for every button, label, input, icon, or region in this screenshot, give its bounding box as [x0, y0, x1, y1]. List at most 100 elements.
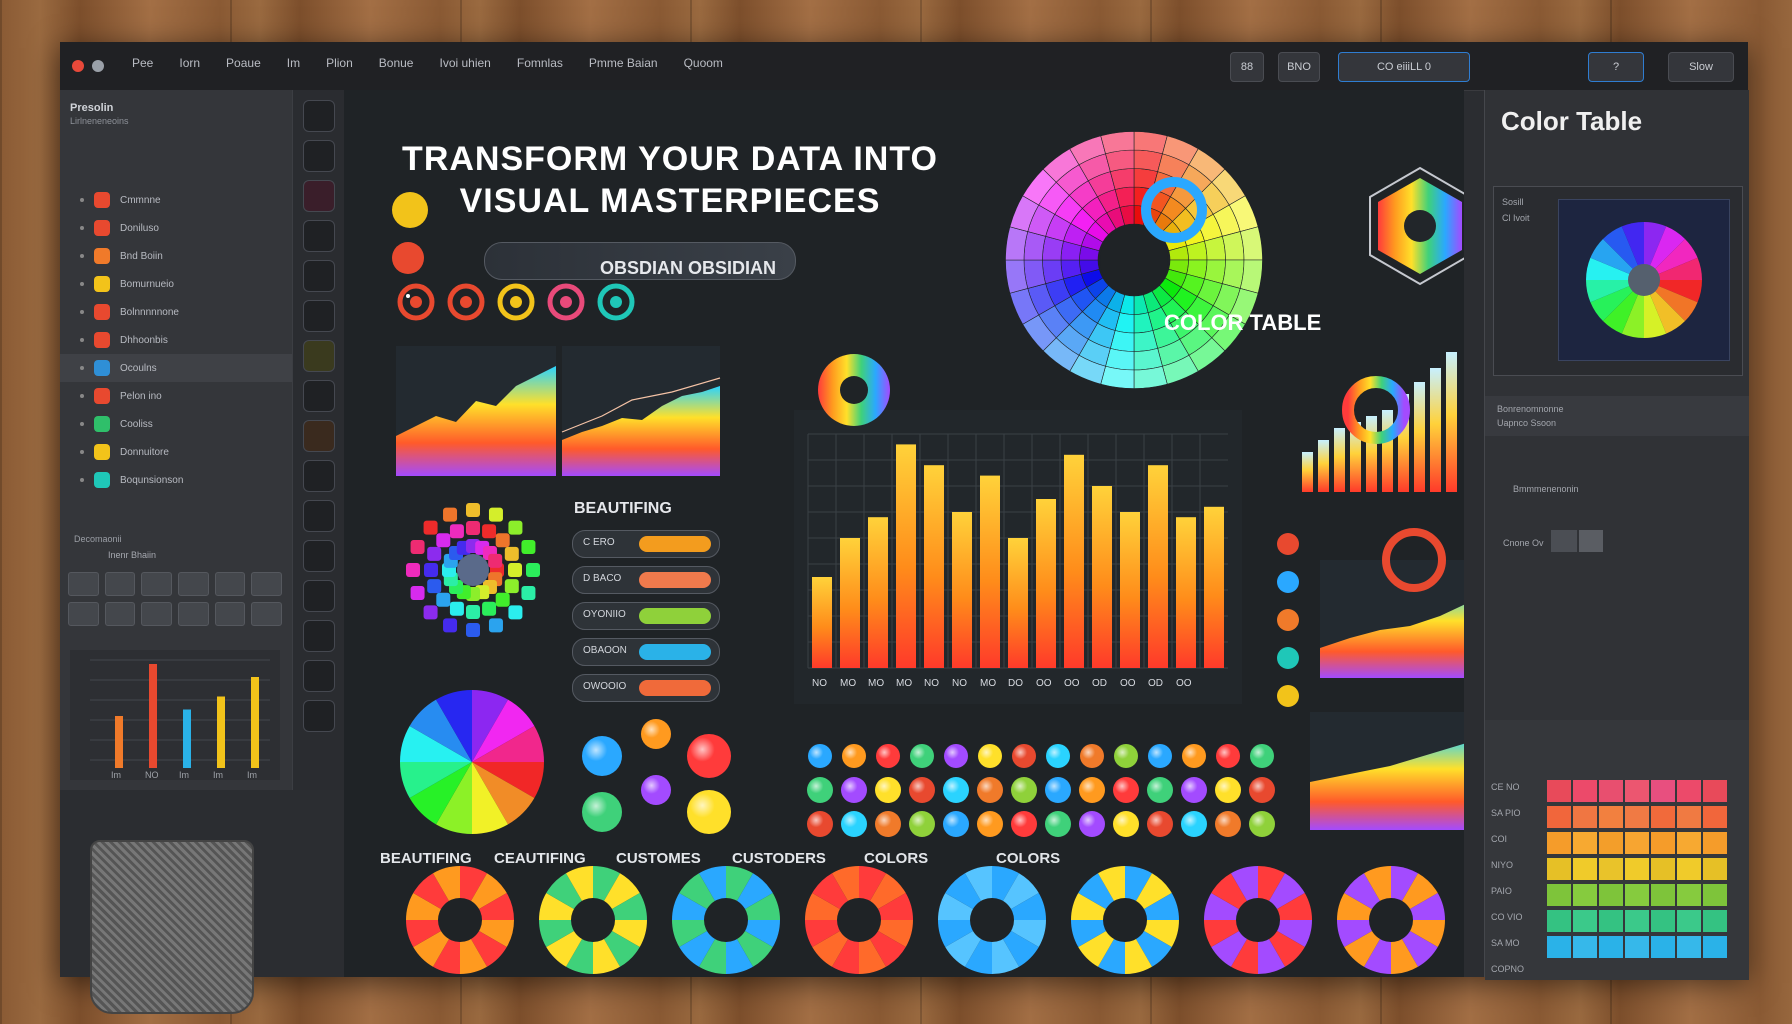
extra-tool-icon[interactable] [303, 700, 335, 732]
palette-cell[interactable] [1547, 858, 1571, 880]
palette-cell[interactable] [1677, 780, 1701, 802]
refresh-tool-icon[interactable] [303, 380, 335, 412]
sidebar-item[interactable]: Donnuitore [60, 438, 292, 466]
palette-cell[interactable] [1625, 858, 1649, 880]
grid-button[interactable] [214, 572, 246, 596]
minimize-window-dot[interactable] [92, 60, 104, 72]
palette-cell[interactable] [1651, 780, 1675, 802]
frame-tool-icon[interactable] [303, 220, 335, 252]
palette-cell[interactable] [1677, 858, 1701, 880]
toolbar-button[interactable]: BNO [1278, 52, 1320, 82]
palette-cell[interactable] [1703, 858, 1727, 880]
sidebar-item[interactable]: Ocoulns [60, 354, 292, 382]
palette-cell[interactable] [1573, 806, 1597, 828]
palette-cell[interactable] [1703, 884, 1727, 906]
settings-tool-icon[interactable] [303, 620, 335, 652]
pointer-tool-icon[interactable] [303, 100, 335, 132]
palette-cell[interactable] [1547, 806, 1571, 828]
palette-cell[interactable] [1573, 884, 1597, 906]
palette-cell[interactable] [1651, 832, 1675, 854]
view-toggle-button[interactable]: Slow [1668, 52, 1734, 82]
option-pill[interactable]: OWOOIO [572, 674, 720, 702]
palette-cell[interactable] [1573, 936, 1597, 958]
menu-item[interactable]: Fomnlas [517, 56, 563, 70]
shape-tool-icon[interactable] [303, 140, 335, 172]
menu-item[interactable]: Pee [132, 56, 153, 70]
palette-cell[interactable] [1677, 910, 1701, 932]
palette-cell[interactable] [1599, 780, 1623, 802]
palette-cell[interactable] [1703, 910, 1727, 932]
palette-cell[interactable] [1703, 832, 1727, 854]
palette-cell[interactable] [1625, 884, 1649, 906]
palette-cell[interactable] [1651, 936, 1675, 958]
grid-button[interactable] [68, 572, 99, 596]
menu-item[interactable]: Poaue [226, 56, 261, 70]
grid-button[interactable] [177, 602, 209, 626]
menu-item[interactable]: Plion [326, 56, 353, 70]
palette-cell[interactable] [1599, 884, 1623, 906]
grid-button[interactable] [214, 602, 246, 626]
palette-cell[interactable] [1625, 780, 1649, 802]
leaf-tool-icon[interactable] [303, 340, 335, 372]
right-control[interactable] [1579, 530, 1603, 552]
palette-cell[interactable] [1651, 858, 1675, 880]
palette-cell[interactable] [1651, 910, 1675, 932]
palette-cell[interactable] [1677, 884, 1701, 906]
grid-button[interactable] [177, 572, 209, 596]
palette-cell[interactable] [1703, 806, 1727, 828]
grid-button[interactable] [141, 602, 172, 626]
sidebar-item[interactable]: Boqunsionson [60, 466, 292, 494]
grid-button[interactable] [68, 602, 99, 626]
menu-item[interactable]: Im [287, 56, 300, 70]
transform-tool-icon[interactable] [303, 460, 335, 492]
palette-cell[interactable] [1625, 832, 1649, 854]
palette-cell[interactable] [1573, 780, 1597, 802]
grid-button[interactable] [251, 572, 282, 596]
option-pill[interactable]: D BACO [572, 566, 720, 594]
help-button[interactable]: ? [1588, 52, 1644, 82]
right-control[interactable] [1551, 530, 1577, 552]
palette-cell[interactable] [1651, 806, 1675, 828]
palette-cell[interactable] [1573, 858, 1597, 880]
palette-cell[interactable] [1547, 780, 1571, 802]
sidebar-item[interactable]: Bolnnnnnone [60, 298, 292, 326]
palette-cell[interactable] [1651, 884, 1675, 906]
palette-cell[interactable] [1547, 910, 1571, 932]
option-pill[interactable]: OYONIIO [572, 602, 720, 630]
share-tool-icon[interactable] [303, 540, 335, 572]
link-tool-icon[interactable] [303, 300, 335, 332]
toolbar-selector[interactable]: CO eiiiLL 0 [1338, 52, 1470, 82]
palette-cell[interactable] [1547, 832, 1571, 854]
sidebar-item[interactable]: Bnd Boiin [60, 242, 292, 270]
palette-cell[interactable] [1547, 884, 1571, 906]
grid-button[interactable] [141, 572, 172, 596]
palette-cell[interactable] [1625, 936, 1649, 958]
palette-cell[interactable] [1625, 910, 1649, 932]
palette-cell[interactable] [1677, 936, 1701, 958]
palette-cell[interactable] [1677, 832, 1701, 854]
sidebar-item[interactable]: Cooliss [60, 410, 292, 438]
target-tool-icon[interactable] [303, 660, 335, 692]
palette-cell[interactable] [1599, 858, 1623, 880]
palette-tool-icon[interactable] [303, 420, 335, 452]
option-pill[interactable]: OBAOON [572, 638, 720, 666]
option-pill[interactable]: C ERO [572, 530, 720, 558]
menu-item[interactable]: Bonue [379, 56, 414, 70]
palette-cell[interactable] [1599, 806, 1623, 828]
toolbar-button[interactable]: 88 [1230, 52, 1264, 82]
color-tool-icon[interactable] [303, 180, 335, 212]
menu-item[interactable]: Iorn [179, 56, 200, 70]
menu-item[interactable]: Quoom [684, 56, 723, 70]
globe-tool-icon[interactable] [303, 580, 335, 612]
sidebar-item[interactable]: Dhhoonbis [60, 326, 292, 354]
menu-item[interactable]: Pmme Baian [589, 56, 658, 70]
palette-cell[interactable] [1599, 832, 1623, 854]
sidebar-item[interactable]: Cmmnne [60, 186, 292, 214]
palette-cell[interactable] [1573, 910, 1597, 932]
palette-cell[interactable] [1547, 936, 1571, 958]
sidebar-item[interactable]: Bomurnueio [60, 270, 292, 298]
close-window-dot[interactable] [72, 60, 84, 72]
grid-button[interactable] [104, 602, 136, 626]
grid-button[interactable] [104, 572, 136, 596]
rotate-tool-icon[interactable] [303, 500, 335, 532]
